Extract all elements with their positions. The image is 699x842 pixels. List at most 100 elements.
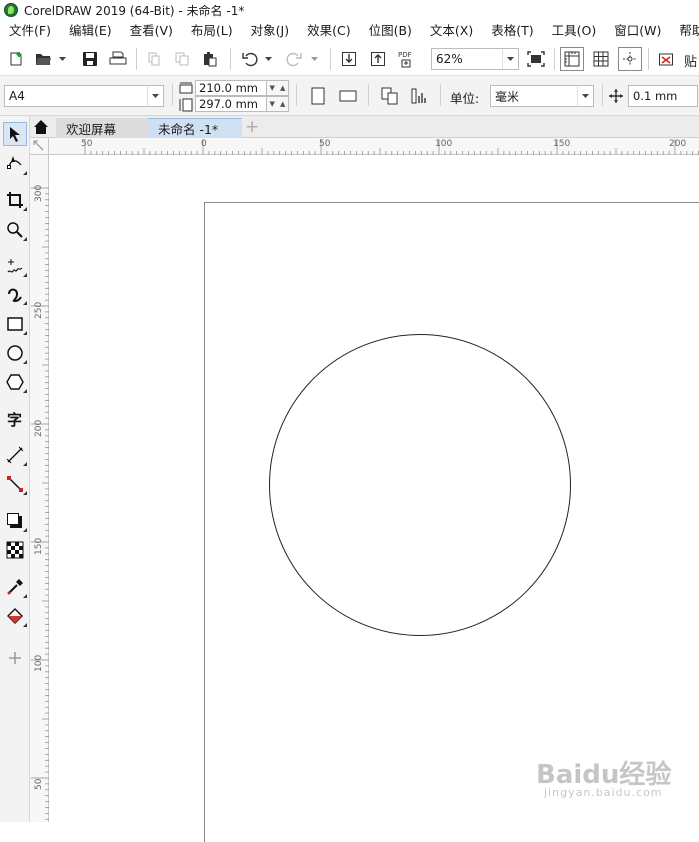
home-icon[interactable]	[33, 119, 49, 138]
vruler-label: 150	[34, 537, 44, 555]
page-size-chevron-down-icon[interactable]	[147, 86, 163, 106]
page-height-stepper[interactable]: ▼ ▲	[267, 96, 289, 112]
toolbox: 字	[0, 116, 30, 822]
nudge-distance-icon	[608, 88, 624, 107]
menu-object[interactable]: 对象(J)	[242, 20, 298, 42]
show-grid-icon[interactable]	[589, 47, 613, 71]
hruler-label: 150	[553, 139, 571, 149]
zoom-level-combo[interactable]: 62%	[431, 48, 519, 70]
publish-pdf-icon[interactable]: PDF	[395, 47, 419, 71]
snap-off-icon[interactable]	[654, 47, 678, 71]
hruler-label: 50	[81, 139, 93, 149]
all-pages-icon[interactable]	[378, 84, 402, 108]
new-tab-plus-icon[interactable]: +	[245, 117, 259, 137]
tab-document-label: 未命名 -1*	[158, 122, 219, 137]
drop-shadow-tool-icon[interactable]	[3, 509, 27, 533]
connector-tool-icon[interactable]	[3, 472, 27, 496]
polygon-tool-icon[interactable]	[3, 370, 27, 394]
menu-edit[interactable]: 编辑(E)	[60, 20, 121, 42]
undo-dropdown-chevron-icon[interactable]	[264, 47, 272, 71]
page-width-input[interactable]: 210.0 mm	[195, 80, 267, 96]
tab-welcome-label: 欢迎屏幕	[66, 121, 117, 137]
hruler-label: 100	[435, 139, 453, 149]
open-folder-icon[interactable]	[32, 47, 56, 71]
page-width-stepper[interactable]: ▼ ▲	[267, 80, 289, 96]
horizontal-ruler[interactable]: 50 0 50 100 150 200	[49, 138, 699, 155]
paste-icon[interactable]	[198, 47, 222, 71]
save-icon[interactable]	[78, 47, 102, 71]
open-dropdown-chevron-icon[interactable]	[58, 47, 66, 71]
print-icon[interactable]	[106, 47, 130, 71]
vruler-label: 300	[34, 184, 44, 202]
landscape-orientation-icon[interactable]	[336, 84, 360, 108]
shape-tool-icon[interactable]	[3, 152, 27, 176]
pdf-label: PDF	[398, 51, 412, 59]
transparency-tool-icon[interactable]	[3, 538, 27, 562]
menu-file[interactable]: 文件(F)	[0, 20, 60, 42]
parallel-dimension-tool-icon[interactable]	[3, 443, 27, 467]
menu-tools[interactable]: 工具(O)	[543, 20, 606, 42]
import-icon[interactable]	[337, 47, 361, 71]
redo-icon[interactable]	[282, 47, 306, 71]
show-rulers-icon[interactable]	[560, 47, 584, 71]
ruler-origin[interactable]	[30, 138, 49, 155]
page-height-icon	[179, 98, 193, 115]
interactive-fill-tool-icon[interactable]	[3, 604, 27, 628]
full-screen-preview-icon[interactable]	[524, 47, 548, 71]
menu-effects[interactable]: 效果(C)	[298, 20, 359, 42]
freehand-tool-icon[interactable]	[3, 254, 27, 278]
show-guidelines-icon[interactable]	[618, 47, 642, 71]
page-size-value: A4	[9, 89, 25, 103]
units-combo[interactable]: 毫米	[490, 85, 594, 107]
svg-text:字: 字	[7, 411, 22, 428]
window-title: CorelDRAW 2019 (64-Bit) - 未命名 -1*	[24, 3, 245, 18]
portrait-orientation-icon[interactable]	[306, 84, 330, 108]
menu-text[interactable]: 文本(X)	[421, 20, 482, 42]
page-height-input[interactable]: 297.0 mm	[195, 96, 267, 112]
new-document-icon[interactable]	[4, 47, 28, 71]
units-label: 单位:	[450, 91, 480, 106]
zoom-tool-icon[interactable]	[3, 218, 27, 242]
redo-dropdown-chevron-icon[interactable]	[310, 47, 318, 71]
zoom-level-value: 62%	[436, 52, 463, 66]
zoom-chevron-down-icon[interactable]	[502, 49, 518, 69]
undo-icon[interactable]	[238, 47, 262, 71]
menu-help[interactable]: 帮助(	[670, 20, 699, 42]
nudge-distance-value: 0.1 mm	[633, 89, 678, 103]
watermark-url: jingyan.baidu.com	[544, 786, 663, 799]
vertical-ruler[interactable]: 300 250 200 150 100 50	[30, 155, 49, 822]
ellipse-tool-icon[interactable]	[3, 341, 27, 365]
paste-label[interactable]: 贴	[684, 51, 697, 70]
eyedropper-tool-icon[interactable]	[3, 575, 27, 599]
tab-untitled-document[interactable]: 未命名 -1*	[148, 118, 242, 138]
customize-toolbox-plus-icon[interactable]	[3, 646, 27, 670]
menu-layout[interactable]: 布局(L)	[182, 20, 242, 42]
menu-bitmaps[interactable]: 位图(B)	[360, 20, 421, 42]
pick-tool-icon[interactable]	[3, 122, 27, 146]
artistic-media-tool-icon[interactable]	[3, 282, 27, 306]
menu-window[interactable]: 窗口(W)	[605, 20, 670, 42]
nudge-distance-input[interactable]: 0.1 mm	[628, 85, 698, 107]
crop-tool-icon[interactable]	[3, 188, 27, 212]
menu-view[interactable]: 查看(V)	[121, 20, 182, 42]
hruler-label: 200	[669, 139, 687, 149]
units-chevron-down-icon[interactable]	[577, 86, 593, 106]
rectangle-tool-icon[interactable]	[3, 312, 27, 336]
ellipse-shape[interactable]	[269, 334, 571, 636]
coreldraw-logo-icon	[4, 3, 18, 17]
baidu-watermark: Baidu经验 jingyan.baidu.com	[536, 744, 696, 804]
drawing-canvas[interactable]	[49, 155, 699, 842]
vruler-label: 50	[34, 778, 44, 790]
text-tool-icon[interactable]: 字	[3, 407, 27, 431]
standard-toolbar: PDF 62% 贴	[0, 42, 699, 76]
menu-table[interactable]: 表格(T)	[482, 20, 542, 42]
cut-icon[interactable]	[142, 47, 166, 71]
copy-icon[interactable]	[170, 47, 194, 71]
units-value: 毫米	[495, 89, 520, 104]
vruler-label: 200	[34, 419, 44, 437]
vruler-label: 100	[34, 654, 44, 672]
page-size-combo[interactable]: A4	[4, 85, 164, 107]
current-page-icon[interactable]	[408, 84, 432, 108]
page-width-icon	[179, 82, 193, 97]
export-icon[interactable]	[366, 47, 390, 71]
